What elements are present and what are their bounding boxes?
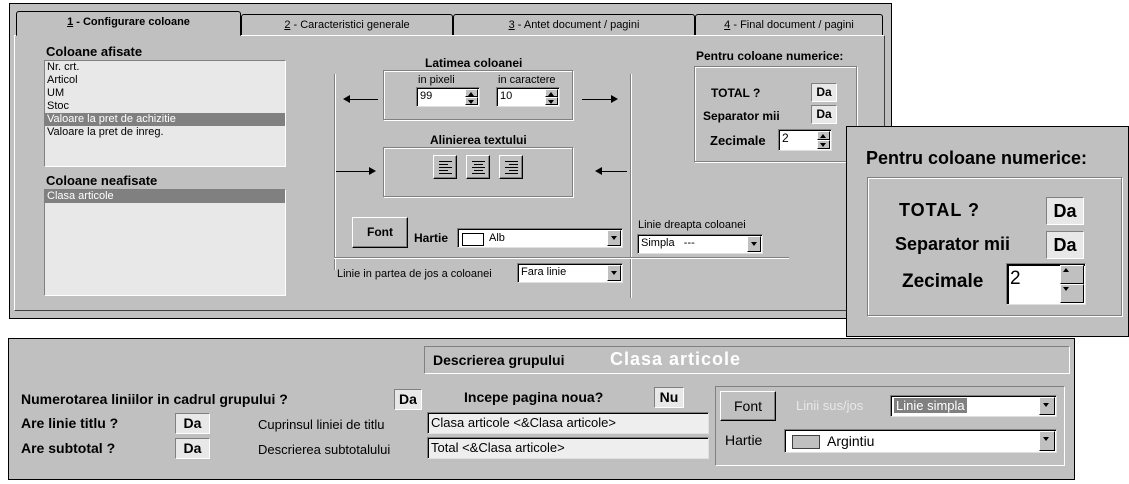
decimals-zoom-spinner[interactable]: 2 (1006, 263, 1086, 305)
tab-final-document[interactable]: 4 - Final document / pagini (695, 14, 883, 36)
hidden-columns-list[interactable]: Clasa articole (44, 189, 286, 296)
subtotal-value[interactable]: Da (175, 438, 210, 459)
numbering-label: Numerotarea liniilor in cadrul grupului … (21, 391, 288, 407)
decimals-zoom-label: Zecimale (902, 271, 984, 292)
group-desc-label: Descrierea grupului (433, 352, 565, 368)
chars-spinner[interactable]: 10 (496, 87, 560, 107)
right-line-dropdown[interactable]: Simpla --- (637, 234, 763, 254)
tab-antet-document[interactable]: 3 - Antet document / pagini (453, 14, 695, 36)
subtotal-desc-label: Descrierea subtotalului (258, 442, 391, 457)
arrow-left-icon (343, 95, 350, 103)
align-center-button[interactable] (466, 155, 490, 179)
numeric-zoom-title: Pentru coloane numerice: (866, 148, 1088, 168)
arrow-right-icon-2 (369, 167, 376, 175)
numeric-zoom-panel: Pentru coloane numerice: TOTAL ? Da Sepa… (846, 126, 1129, 337)
paper-swatch (462, 233, 484, 246)
group-font-button[interactable]: Font (720, 391, 776, 421)
align-right-button[interactable] (499, 155, 523, 179)
arrow-right-icon (611, 95, 618, 103)
separator-left (334, 74, 335, 270)
list-item[interactable]: Valoare la pret de achizitie (45, 113, 285, 126)
group-paper-swatch (792, 435, 820, 449)
paper-label: Hartie (414, 231, 449, 245)
subtotal-desc-field[interactable]: Total <&Clasa articole> (427, 437, 709, 459)
title-content-label: Cuprinsul liniei de titlu (258, 417, 385, 432)
group-lines-label: Linii sus/jos (796, 398, 864, 413)
title-content-field[interactable]: Clasa articole <&Clasa articole> (427, 412, 709, 434)
list-item[interactable]: UM (45, 87, 285, 100)
arrow-line-left-2 (336, 171, 370, 172)
list-item[interactable]: Nr. crt. (45, 61, 285, 74)
width-title: Latimea coloanei (425, 56, 523, 70)
separator-label: Separator mii (703, 109, 780, 123)
group-paper-label-box (720, 426, 776, 456)
decimals-label: Zecimale (710, 133, 766, 148)
arrow-line-right (582, 99, 612, 100)
title-line-label: Are linie titlu ? (21, 415, 119, 431)
tab-caracteristici-generale[interactable]: 2 - Caracteristici generale (241, 14, 453, 36)
list-item[interactable]: Valoare la pret de inreg. (45, 126, 285, 139)
group-lines-dropdown[interactable]: Linie simpla (890, 395, 1057, 417)
list-item[interactable]: Stoc (45, 100, 285, 113)
bottom-line-dropdown[interactable]: Fara linie (517, 263, 623, 283)
total-zoom-value[interactable]: Da (1046, 197, 1084, 225)
numbering-value[interactable]: Da (394, 389, 422, 410)
separator-right (630, 74, 631, 298)
total-zoom-label: TOTAL ? (899, 200, 980, 220)
list-item[interactable]: Clasa articole (45, 190, 285, 203)
newpage-value[interactable]: Nu (654, 387, 684, 408)
arrow-line-right-2 (601, 171, 627, 172)
newpage-label: Incepe pagina noua? (464, 389, 604, 405)
right-line-label: Linie dreapta coloanei (638, 219, 746, 231)
total-label: TOTAL ? (711, 86, 761, 100)
bottom-line-label: Linie in partea de jos a coloanei (337, 268, 492, 280)
shown-columns-list[interactable]: Nr. crt. Articol UM Stoc Valoare la pret de … (44, 60, 286, 167)
pixels-label: in pixeli (418, 74, 455, 86)
shown-columns-title: Coloane afisate (46, 44, 143, 59)
total-value[interactable]: Da (811, 83, 837, 102)
alignment-group (383, 147, 573, 197)
group-paper-dropdown[interactable]: Argintiu (784, 429, 1057, 453)
numeric-title: Pentru coloane numerice: (696, 49, 844, 63)
pixels-spinner[interactable]: 99 (416, 87, 480, 107)
group-config-window: Descrierea grupului Clasa articole Numer… (8, 338, 1075, 480)
paper-dropdown[interactable]: Alb (457, 228, 623, 248)
align-left-button[interactable] (433, 155, 457, 179)
list-item[interactable]: Articol (45, 74, 285, 87)
hidden-columns-title: Coloane neafisate (46, 173, 158, 188)
separator-value[interactable]: Da (811, 105, 837, 124)
alignment-title: Alinierea textului (430, 133, 527, 147)
separator-zoom-label: Separator mii (895, 234, 1011, 254)
arrow-line-left (348, 99, 378, 100)
chars-label: in caractere (498, 74, 556, 86)
arrow-left-icon-2 (595, 167, 602, 175)
font-button[interactable]: Font (352, 217, 408, 248)
decimals-spinner[interactable]: 2 (778, 129, 832, 151)
separator-bottom (334, 257, 789, 258)
title-line-value[interactable]: Da (175, 413, 210, 434)
separator-zoom-value[interactable]: Da (1046, 231, 1084, 259)
column-config-window: 1 - Configurare coloane 2 - Caracteristi… (9, 3, 892, 319)
group-desc-value: Clasa articole (610, 349, 742, 369)
subtotal-label: Are subtotal ? (21, 440, 116, 456)
tab-configurare-coloane[interactable]: 1 - Configurare coloane (16, 11, 241, 36)
